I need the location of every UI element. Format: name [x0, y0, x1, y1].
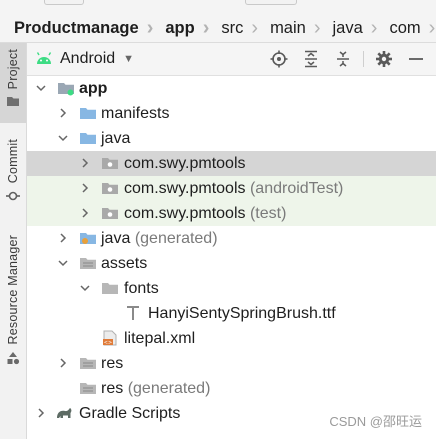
chevron-right-icon[interactable] — [79, 182, 91, 194]
package-icon — [102, 208, 118, 219]
chevron-down-icon[interactable] — [79, 282, 91, 294]
tree-row-label: HanyiSentySpringBrush.ttf — [148, 304, 336, 322]
tree-row-label: app — [79, 79, 108, 97]
tab-commit-label: Commit — [6, 139, 20, 184]
tree-row-label: litepal.xml — [124, 329, 196, 347]
resources-icon — [7, 351, 20, 364]
tree-row-label: manifests — [101, 104, 170, 122]
breadcrumb-item-java[interactable]: java › — [321, 14, 378, 42]
tree-row-package[interactable]: com.swy.pmtools — [27, 151, 436, 176]
tree-row-label: com.swy.pmtools — [124, 154, 246, 172]
collapse-all-icon[interactable] — [332, 48, 354, 70]
chevron-right-icon[interactable] — [35, 407, 47, 419]
breadcrumb-separator: › — [146, 17, 154, 39]
tree-row-label: java — [101, 229, 131, 247]
tree-row-label: com.swy.pmtools — [124, 204, 246, 222]
tree-row-package-test[interactable]: com.swy.pmtools (test) — [27, 201, 436, 226]
font-file-icon — [127, 306, 139, 320]
tree-row-res[interactable]: res — [27, 351, 436, 376]
tab-stub — [245, 0, 297, 5]
breadcrumb-item-project[interactable]: Productmanage › — [0, 14, 153, 42]
tree-row-label: java — [101, 129, 131, 147]
tree-row-assets[interactable]: assets — [27, 251, 436, 276]
chevron-right-icon[interactable] — [57, 357, 69, 369]
chevron-down-icon: ▼ — [123, 53, 135, 65]
tree-row-suffix: (generated) — [127, 379, 211, 397]
tree-row-manifests[interactable]: manifests — [27, 101, 436, 126]
breadcrumb-item-app[interactable]: app › — [153, 14, 209, 42]
module-folder-icon — [58, 83, 74, 96]
tree-row-app[interactable]: app — [27, 76, 436, 101]
view-selector-label: Android — [60, 50, 116, 67]
breadcrumb: Productmanage › app › src › main › java › com… — [0, 0, 436, 43]
tree-row-java[interactable]: java — [27, 126, 436, 151]
tab-project[interactable]: Project — [0, 43, 26, 123]
tree-row-suffix: (androidTest) — [249, 179, 344, 197]
tree-row-java-generated[interactable]: java (generated) — [27, 226, 436, 251]
watermark: CSDN @邵旺运 — [329, 414, 422, 429]
tree-row-label: res — [101, 379, 124, 397]
folder-icon — [7, 97, 19, 107]
locate-icon[interactable] — [268, 48, 290, 70]
tree-row-litepal-xml[interactable]: <> litepal.xml — [27, 326, 436, 351]
chevron-right-icon[interactable] — [57, 107, 69, 119]
commit-icon — [6, 191, 20, 201]
tree-row-font-file[interactable]: HanyiSentySpringBrush.ttf — [27, 301, 436, 326]
folder-icon — [102, 283, 118, 294]
breadcrumb-separator: › — [370, 17, 378, 39]
generated-folder-icon — [80, 233, 96, 244]
breadcrumb-separator: › — [313, 17, 321, 39]
res-folder-icon — [80, 358, 96, 369]
breadcrumb-item-com[interactable]: com › — [377, 14, 435, 42]
tab-resource-manager-label: Resource Manager — [6, 235, 20, 345]
breadcrumb-item-src[interactable]: src › — [209, 14, 258, 42]
chevron-down-icon[interactable] — [57, 257, 69, 269]
tab-project-label: Project — [6, 49, 20, 90]
chevron-right-icon[interactable] — [57, 232, 69, 244]
project-toolbar: Android ▼ — [27, 43, 436, 76]
tree-row-label: res — [101, 354, 124, 372]
tree-row-label: com.swy.pmtools — [124, 179, 246, 197]
xml-file-icon: <> — [103, 330, 117, 346]
tree-row-label: fonts — [124, 279, 159, 297]
folder-icon — [80, 133, 96, 144]
breadcrumb-item-main[interactable]: main › — [258, 14, 320, 42]
assets-folder-icon — [80, 258, 96, 269]
tree-row-suffix: (generated) — [134, 229, 218, 247]
res-folder-icon — [80, 383, 96, 394]
chevron-right-icon[interactable] — [79, 157, 91, 169]
svg-text:<>: <> — [104, 340, 112, 346]
tree-row-res-generated[interactable]: res (generated) — [27, 376, 436, 401]
chevron-down-icon[interactable] — [35, 82, 47, 94]
chevron-right-icon[interactable] — [79, 207, 91, 219]
expand-all-icon[interactable] — [300, 48, 322, 70]
package-icon — [102, 183, 118, 194]
hide-icon[interactable] — [405, 48, 427, 70]
project-tree: app manifests java com.swy.pmtools com.s… — [27, 76, 436, 439]
chevron-down-icon[interactable] — [57, 132, 69, 144]
view-selector[interactable]: Android ▼ — [35, 43, 134, 75]
settings-icon[interactable] — [373, 48, 395, 70]
tree-row-package-android-test[interactable]: com.swy.pmtools (androidTest) — [27, 176, 436, 201]
gradle-icon — [57, 408, 72, 418]
breadcrumb-separator: › — [428, 17, 436, 39]
tree-row-suffix: (test) — [249, 204, 287, 222]
toolbar-divider — [363, 51, 364, 67]
tree-row-label: assets — [101, 254, 148, 272]
tab-stub — [44, 0, 84, 5]
folder-icon — [80, 108, 96, 119]
left-tool-strip: Project Commit Resource Manager — [0, 43, 27, 439]
tree-row-label: Gradle Scripts — [79, 404, 181, 422]
breadcrumb-separator: › — [251, 17, 259, 39]
breadcrumb-separator: › — [202, 17, 210, 39]
tab-resource-manager[interactable]: Resource Manager — [0, 235, 26, 425]
android-icon — [36, 52, 52, 64]
package-icon — [102, 158, 118, 169]
tree-row-fonts[interactable]: fonts — [27, 276, 436, 301]
